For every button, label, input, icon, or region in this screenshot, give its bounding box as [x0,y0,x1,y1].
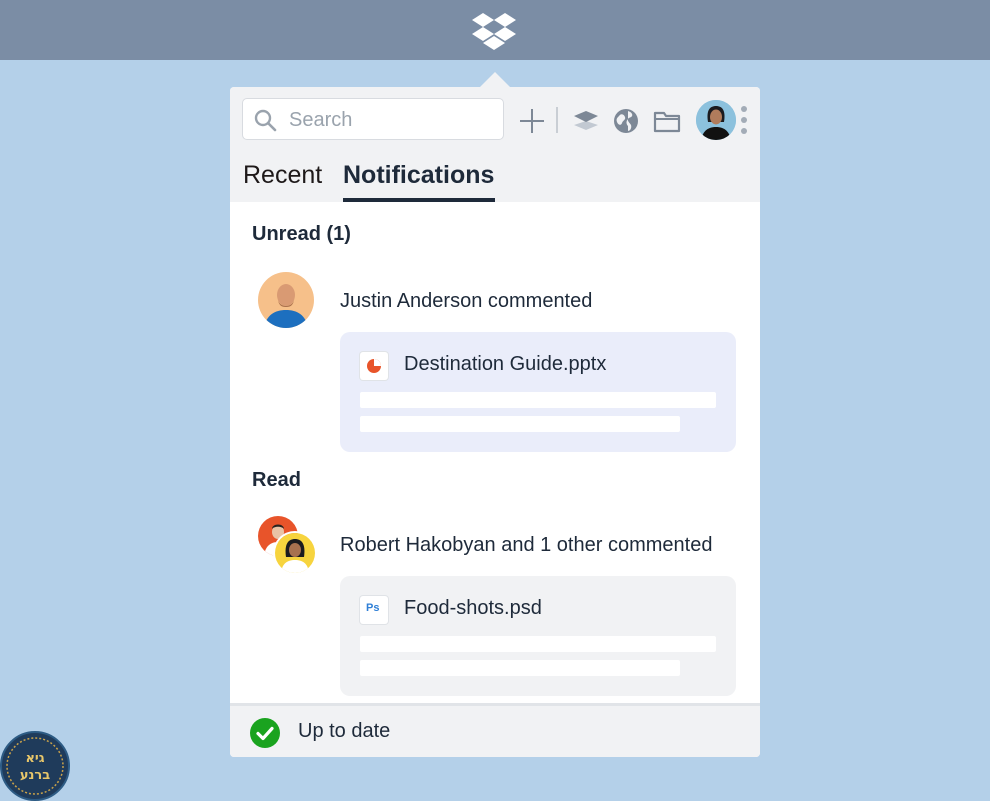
comment-placeholder-line [360,416,680,432]
file-name-read: Food-shots.psd [404,597,542,619]
file-card-read[interactable]: Ps Food-shots.psd [340,576,736,696]
pptx-icon-graphic [367,359,381,373]
comment-placeholder-line [360,392,716,408]
layers-icon[interactable] [572,107,600,135]
more-icon[interactable] [740,105,748,135]
svg-text:גיא: גיא [25,751,44,766]
dropbox-logo-icon[interactable] [471,12,517,50]
psd-icon: Ps [360,596,388,624]
top-bar [0,0,990,60]
avatar-other [275,533,315,573]
panel-header: Recent Notifications [230,87,760,202]
unread-section-title: Unread (1) [252,223,351,245]
search-input[interactable] [287,106,491,134]
file-card-unread[interactable]: Destination Guide.pptx [340,332,736,452]
notification-text-read: Robert Hakobyan and 1 other commented [340,534,713,556]
user-avatar-image [696,100,736,140]
pptx-icon [360,352,388,380]
avatar-other-image [275,533,315,573]
avatar-justin [258,272,314,328]
notification-text-unread: Justin Anderson commented [340,290,593,312]
folder-icon[interactable] [653,107,681,135]
search-box[interactable] [242,98,504,140]
notifications-panel: Recent Notifications Unread (1) Justin A… [230,87,760,757]
psd-icon-label: Ps [366,602,380,614]
toolbar-divider [556,107,558,133]
search-icon [254,109,277,132]
plus-icon[interactable] [518,107,546,135]
watermark-badge: גיא ברנע [0,731,70,801]
check-circle-icon [250,718,280,748]
file-name-unread: Destination Guide.pptx [404,353,607,375]
comment-placeholder-line [360,636,716,652]
avatar-justin-image [258,272,314,328]
user-avatar[interactable] [696,100,736,140]
active-tab-indicator [343,198,495,202]
popover-caret [480,72,510,87]
tab-recent[interactable]: Recent [243,161,322,190]
svg-text:ברנע: ברנע [20,768,50,783]
tab-notifications[interactable]: Notifications [343,161,494,190]
comment-placeholder-line [360,660,680,676]
sync-status-text: Up to date [298,720,391,742]
read-section-title: Read [252,469,301,491]
sync-status-bar: Up to date [230,703,760,757]
globe-icon[interactable] [612,107,640,135]
